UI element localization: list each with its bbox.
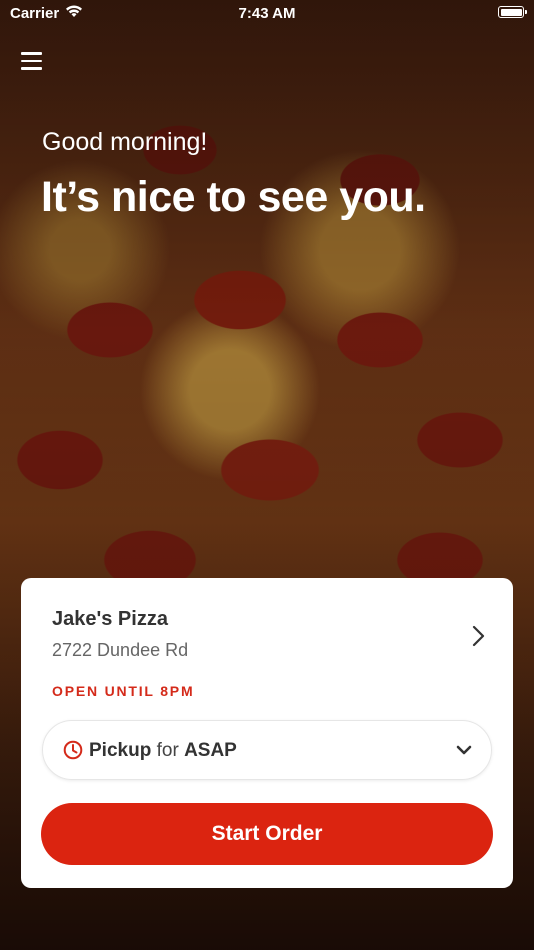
chevron-down-icon — [455, 743, 473, 757]
store-name[interactable]: Jake's Pizza — [52, 608, 168, 631]
open-status-badge: OPEN UNTIL 8PM — [52, 683, 195, 699]
clock-icon — [63, 740, 83, 760]
order-method: Pickup — [89, 740, 152, 761]
welcome-headline: It’s nice to see you. — [41, 173, 426, 221]
start-order-button[interactable]: Start Order — [41, 803, 493, 865]
store-card: Jake's Pizza 2722 Dundee Rd OPEN UNTIL 8… — [21, 578, 513, 888]
order-method-label: Pickup for ASAP — [89, 740, 237, 762]
hamburger-menu-icon[interactable] — [21, 52, 42, 70]
clock-time: 7:43 AM — [238, 5, 296, 22]
order-time: ASAP — [184, 740, 237, 761]
order-connector: for — [156, 740, 179, 761]
chevron-right-icon[interactable] — [469, 624, 489, 647]
battery-icon — [498, 6, 527, 18]
status-bar: Carrier 7:43 AM — [0, 0, 534, 28]
order-time-selector[interactable]: Pickup for ASAP — [42, 720, 492, 780]
store-address[interactable]: 2722 Dundee Rd — [52, 640, 188, 661]
greeting-text: Good morning! — [42, 128, 208, 156]
